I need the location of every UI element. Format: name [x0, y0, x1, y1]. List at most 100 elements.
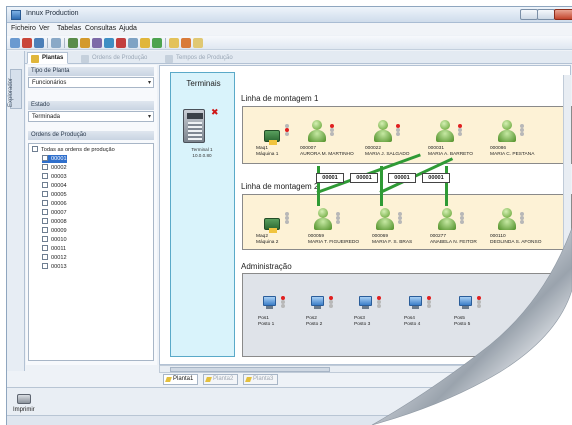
- filter-icon[interactable]: [116, 38, 126, 48]
- side-strip: Explorador: [7, 51, 25, 371]
- user-icon[interactable]: [193, 38, 203, 48]
- workstation-icon[interactable]: [456, 294, 476, 312]
- worker-icon[interactable]: [496, 120, 518, 144]
- worker-id: 000007: [300, 146, 317, 151]
- scroll-thumb[interactable]: [170, 367, 330, 372]
- tree-item[interactable]: 00005: [42, 191, 67, 199]
- tree-item[interactable]: 00007: [42, 209, 67, 217]
- tree-item[interactable]: 00009: [42, 227, 67, 235]
- tree-item[interactable]: 00010: [42, 236, 67, 244]
- workstation-icon[interactable]: [260, 294, 280, 312]
- terminal-name: Terminal 1: [191, 147, 213, 152]
- status-light-icon: [285, 124, 289, 136]
- import-icon[interactable]: [80, 38, 90, 48]
- status-light-icon: [458, 124, 462, 136]
- tree-item[interactable]: 00003: [42, 173, 67, 181]
- estado-select[interactable]: Terminada ▾: [28, 111, 154, 122]
- post-id: Pos1: [258, 316, 269, 321]
- link-icon[interactable]: [152, 38, 162, 48]
- maximize-button[interactable]: [537, 9, 555, 20]
- toolbar: [7, 36, 572, 50]
- worker-name: MARIA C. PESTANA: [490, 152, 535, 157]
- tree-item[interactable]: 00004: [42, 182, 67, 190]
- vertical-scrollbar[interactable]: [563, 75, 571, 365]
- sequence-tag[interactable]: 00001: [388, 173, 416, 183]
- flow-connector: [380, 166, 383, 206]
- worker-icon[interactable]: [374, 208, 396, 232]
- sequence-tag[interactable]: 00001: [422, 173, 450, 183]
- worker-icon[interactable]: [312, 208, 334, 232]
- machine-id: Maq1: [256, 146, 268, 151]
- refresh-icon[interactable]: [92, 38, 102, 48]
- tree-root[interactable]: Todas as ordens de produção: [32, 146, 115, 154]
- tab-ordens-producao[interactable]: Ordens de Produção: [77, 52, 152, 64]
- ordens-header: Ordens de Produção: [28, 131, 154, 140]
- flow-connector: [445, 166, 448, 206]
- worker-icon[interactable]: [306, 120, 328, 144]
- worker-id: 000277: [430, 234, 447, 239]
- sequence-tag[interactable]: 00001: [350, 173, 378, 183]
- menu-ajuda[interactable]: Ajuda: [119, 25, 137, 32]
- worker-icon[interactable]: [436, 208, 458, 232]
- estado-value: Terminada: [32, 114, 61, 120]
- status-light-icon: [398, 212, 402, 224]
- tree-item-label: 00008: [51, 219, 67, 225]
- menu-tabelas[interactable]: Tabelas: [57, 25, 81, 32]
- workstation-icon[interactable]: [308, 294, 328, 312]
- order-icon: [42, 173, 48, 179]
- tab-plantas[interactable]: Plantas: [27, 52, 69, 64]
- worker-icon[interactable]: [496, 208, 518, 232]
- post-name: Posto 4: [404, 322, 421, 327]
- terminal-icon[interactable]: [183, 109, 205, 143]
- worker-icon[interactable]: [434, 120, 456, 144]
- menu-consultas[interactable]: Consultas: [85, 25, 116, 32]
- chart-icon[interactable]: [140, 38, 150, 48]
- app-window: Innux Production Ficheiro Ver Tabelas Co…: [6, 6, 572, 425]
- sheet-tab[interactable]: Planta2: [203, 374, 239, 385]
- tree-item[interactable]: 00002: [42, 164, 67, 172]
- terminals-panel: Terminais ✖ Terminal 1 10.0.0.80: [170, 72, 235, 357]
- tree-item[interactable]: 00013: [42, 263, 67, 271]
- tree-item[interactable]: 00012: [42, 254, 67, 262]
- estado-header: Estado: [28, 101, 154, 110]
- print-label[interactable]: Imprimir: [13, 407, 35, 413]
- tipo-planta-select[interactable]: Funcionários ▾: [28, 77, 154, 88]
- tree-item[interactable]: 00001: [42, 155, 67, 163]
- sheet-tab[interactable]: Planta3: [243, 374, 279, 385]
- grid-icon[interactable]: [68, 38, 78, 48]
- edit-icon[interactable]: [128, 38, 138, 48]
- open-icon[interactable]: [10, 38, 20, 48]
- new-icon[interactable]: [22, 38, 32, 48]
- worker-name: MARIA F. S. BRAS: [372, 240, 413, 245]
- status-light-icon: [460, 212, 464, 224]
- tree-item[interactable]: 00011: [42, 245, 66, 253]
- worker-id: 000059: [308, 234, 325, 239]
- worker-icon[interactable]: [372, 120, 394, 144]
- sheet-tab[interactable]: Planta1: [163, 374, 199, 385]
- horizontal-scrollbar[interactable]: [159, 365, 571, 373]
- admin-area: [242, 273, 572, 357]
- worker-id: 000031: [428, 146, 445, 151]
- offline-icon: ✖: [211, 107, 219, 117]
- menu-ficheiro[interactable]: Ficheiro: [11, 25, 36, 32]
- sheet-tab-label: Planta2: [213, 376, 234, 382]
- folder-icon[interactable]: [169, 38, 179, 48]
- tree-item[interactable]: 00008: [42, 218, 67, 226]
- settings-icon[interactable]: [104, 38, 114, 48]
- workstation-icon[interactable]: [356, 294, 376, 312]
- list-icon[interactable]: [51, 38, 61, 48]
- admin-title: Administração: [241, 262, 292, 271]
- main-tabs: Plantas Ordens de Produção Tempos de Pro…: [25, 51, 572, 64]
- status-light-icon: [329, 296, 333, 308]
- workstation-icon[interactable]: [406, 294, 426, 312]
- tab-tempos-producao[interactable]: Tempos de Produção: [161, 52, 238, 64]
- tree-item-label: 00010: [51, 237, 67, 243]
- save-icon[interactable]: [34, 38, 44, 48]
- sequence-tag[interactable]: 00001: [316, 173, 344, 183]
- minimize-button[interactable]: [520, 9, 538, 20]
- printer-icon[interactable]: [17, 394, 31, 404]
- export-icon[interactable]: [181, 38, 191, 48]
- close-button[interactable]: [554, 9, 572, 20]
- tree-item[interactable]: 00006: [42, 200, 67, 208]
- menu-ver[interactable]: Ver: [39, 25, 50, 32]
